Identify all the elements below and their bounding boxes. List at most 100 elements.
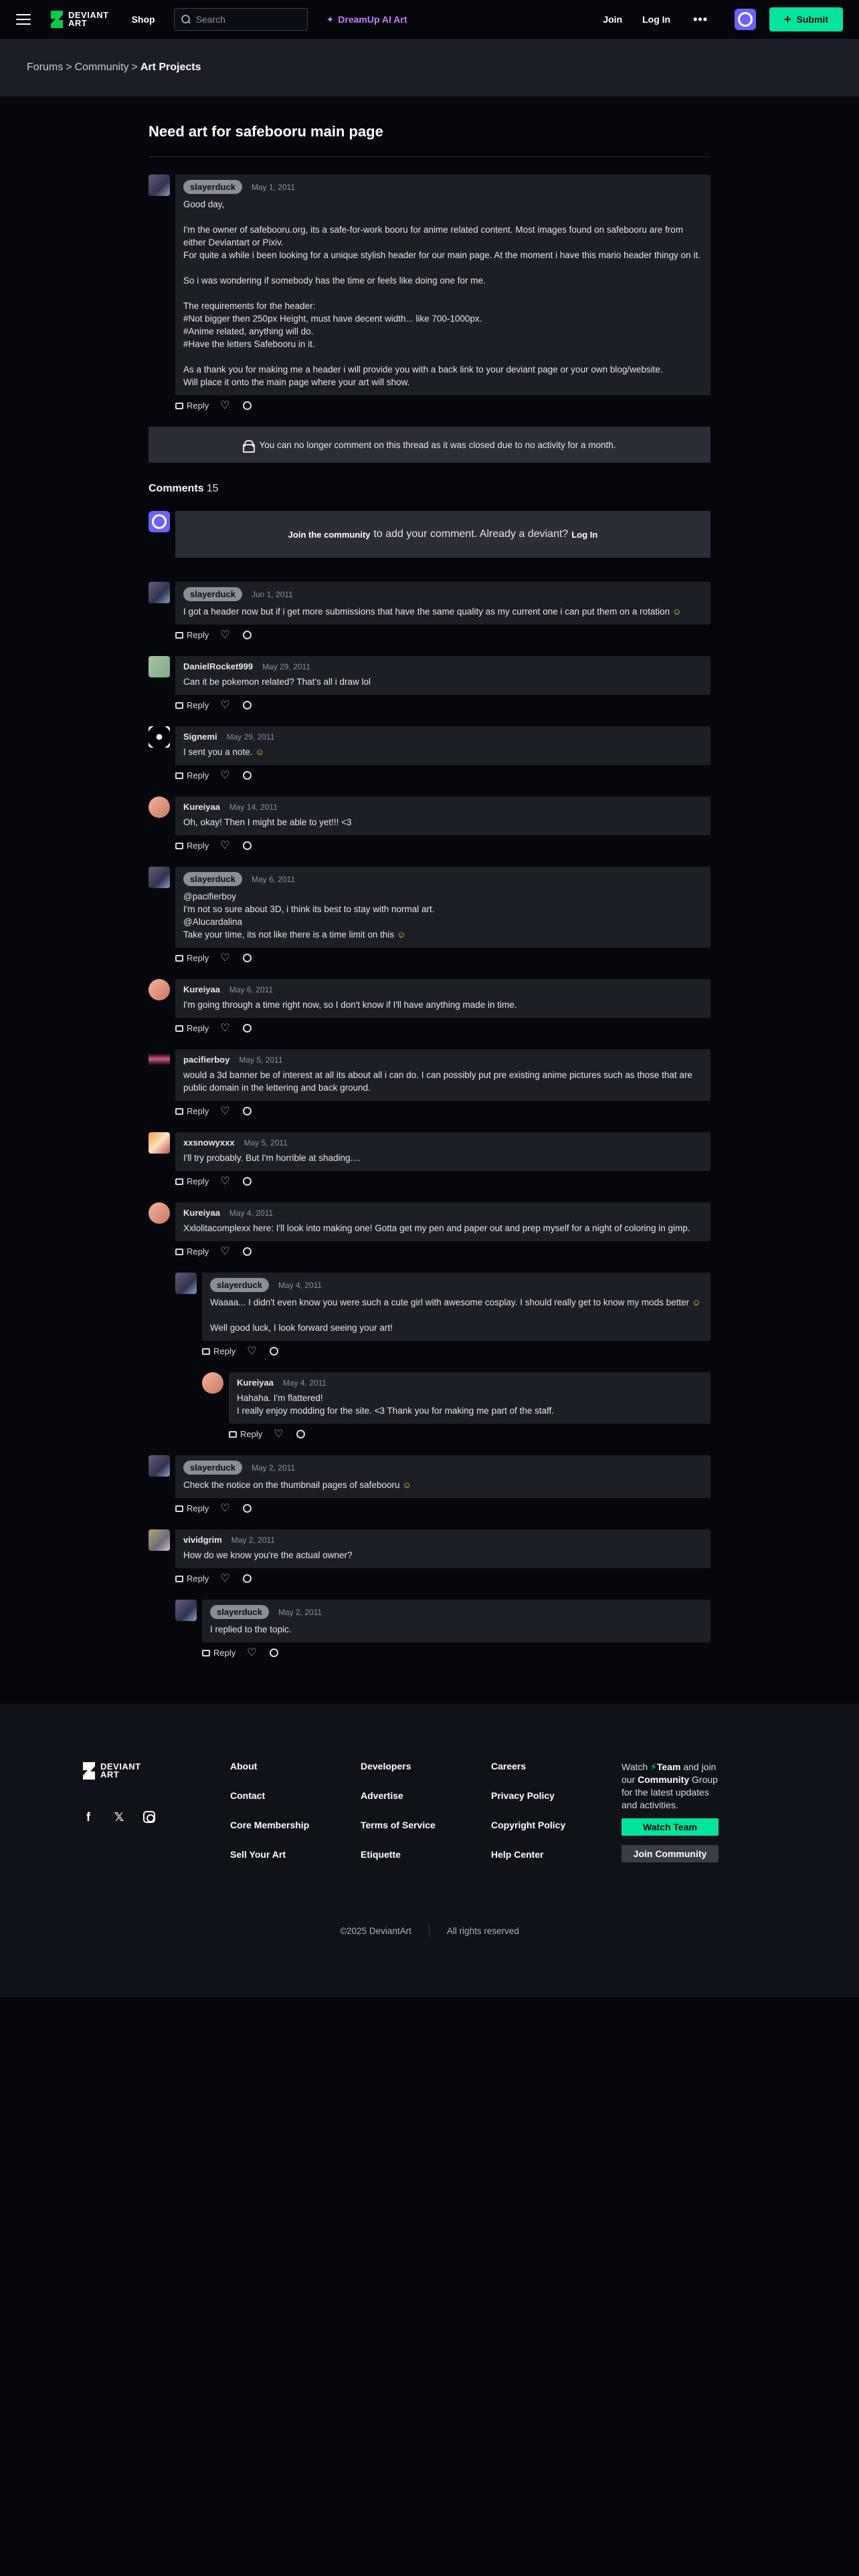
- award-icon[interactable]: [242, 701, 252, 710]
- heart-icon[interactable]: [220, 768, 230, 782]
- search-input[interactable]: [195, 14, 296, 25]
- award-icon[interactable]: [269, 1347, 279, 1356]
- reply-button[interactable]: Reply: [175, 953, 209, 963]
- instagram-icon[interactable]: [143, 1811, 155, 1823]
- heart-icon[interactable]: [220, 1501, 230, 1515]
- reply-button[interactable]: Reply: [175, 1574, 209, 1584]
- watch-team-button[interactable]: Watch Team: [622, 1818, 719, 1836]
- heart-icon[interactable]: [220, 628, 230, 641]
- award-icon[interactable]: [242, 841, 252, 850]
- login-link[interactable]: Log In: [642, 14, 670, 25]
- footer-link-terms[interactable]: Terms of Service: [361, 1820, 491, 1830]
- avatar[interactable]: [149, 656, 170, 677]
- username[interactable]: Kureiyaa: [183, 1208, 220, 1218]
- heart-icon[interactable]: [220, 951, 230, 964]
- username[interactable]: slayerduck: [210, 1278, 269, 1292]
- reply-button[interactable]: Reply: [175, 700, 209, 710]
- footer-link-core-membership[interactable]: Core Membership: [230, 1820, 361, 1830]
- heart-icon[interactable]: [247, 1646, 257, 1659]
- footer-logo[interactable]: DEVIANT ART: [82, 1761, 230, 1781]
- heart-icon[interactable]: [247, 1344, 257, 1358]
- facebook-icon[interactable]: f: [82, 1810, 95, 1824]
- award-icon[interactable]: [242, 1574, 252, 1583]
- reply-button[interactable]: Reply: [175, 1176, 209, 1186]
- reply-button[interactable]: Reply: [202, 1346, 235, 1356]
- reply-button[interactable]: Reply: [229, 1429, 262, 1439]
- avatar[interactable]: [149, 1202, 170, 1224]
- footer-link-advertise[interactable]: Advertise: [361, 1790, 491, 1801]
- award-icon[interactable]: [242, 401, 252, 410]
- award-icon[interactable]: [296, 1430, 306, 1438]
- award-icon[interactable]: [242, 1177, 252, 1186]
- avatar[interactable]: [202, 1372, 223, 1394]
- breadcrumb-community[interactable]: Community: [75, 62, 129, 74]
- deviantart-logo[interactable]: DEVIANT ART: [50, 9, 109, 29]
- footer-link-privacy[interactable]: Privacy Policy: [491, 1790, 622, 1801]
- username[interactable]: Kureiyaa: [183, 984, 220, 994]
- username[interactable]: slayerduck: [210, 1605, 269, 1619]
- heart-icon[interactable]: [220, 839, 230, 852]
- menu-icon[interactable]: [16, 14, 31, 25]
- username[interactable]: vividgrim: [183, 1535, 222, 1545]
- reply-button[interactable]: Reply: [175, 770, 209, 780]
- award-icon[interactable]: [242, 1107, 252, 1115]
- heart-icon[interactable]: [220, 399, 230, 412]
- join-community-link[interactable]: Join the community: [288, 530, 371, 540]
- footer-link-etiquette[interactable]: Etiquette: [361, 1849, 491, 1860]
- join-link[interactable]: Join: [603, 14, 622, 25]
- avatar[interactable]: [149, 1455, 170, 1477]
- footer-link-developers[interactable]: Developers: [361, 1761, 491, 1772]
- award-icon[interactable]: [242, 631, 252, 639]
- heart-icon[interactable]: [274, 1427, 284, 1440]
- heart-icon[interactable]: [220, 698, 230, 712]
- heart-icon[interactable]: [220, 1174, 230, 1188]
- breadcrumb-forums[interactable]: Forums: [27, 62, 63, 74]
- award-icon[interactable]: [242, 1504, 252, 1513]
- award-icon[interactable]: [242, 1024, 252, 1033]
- avatar[interactable]: [735, 9, 757, 30]
- reply-button[interactable]: Reply: [175, 1106, 209, 1116]
- footer-link-copyright-policy[interactable]: Copyright Policy: [491, 1820, 622, 1830]
- avatar[interactable]: [175, 1273, 197, 1294]
- username[interactable]: Kureiyaa: [237, 1378, 274, 1388]
- username[interactable]: Signemi: [183, 732, 217, 742]
- avatar[interactable]: [149, 796, 170, 818]
- award-icon[interactable]: [242, 954, 252, 962]
- username[interactable]: xxsnowyxxx: [183, 1138, 235, 1148]
- username[interactable]: slayerduck: [183, 1461, 242, 1475]
- search-box[interactable]: [173, 8, 308, 31]
- heart-icon[interactable]: [220, 1021, 230, 1035]
- shop-link[interactable]: Shop: [132, 14, 155, 25]
- dreamup-link[interactable]: ✦ DreamUp AI Art: [326, 14, 407, 25]
- avatar[interactable]: [149, 1529, 170, 1551]
- join-community-button[interactable]: Join Community: [622, 1845, 719, 1862]
- footer-link-careers[interactable]: Careers: [491, 1761, 622, 1772]
- award-icon[interactable]: [242, 1247, 252, 1256]
- heart-icon[interactable]: [220, 1572, 230, 1585]
- join-box-login-link[interactable]: Log In: [571, 530, 597, 540]
- username[interactable]: Kureiyaa: [183, 802, 220, 812]
- submit-button[interactable]: + Submit: [769, 7, 843, 31]
- heart-icon[interactable]: [220, 1245, 230, 1258]
- avatar[interactable]: [149, 1132, 170, 1154]
- breadcrumb-art-projects[interactable]: Art Projects: [140, 62, 201, 74]
- avatar[interactable]: [149, 867, 170, 888]
- award-icon[interactable]: [242, 771, 252, 780]
- heart-icon[interactable]: [220, 1104, 230, 1117]
- avatar[interactable]: [175, 1600, 197, 1621]
- footer-link-sell-your-art[interactable]: Sell Your Art: [230, 1849, 361, 1860]
- avatar[interactable]: [149, 582, 170, 603]
- username[interactable]: slayerduck: [183, 872, 242, 886]
- avatar[interactable]: [149, 1049, 170, 1071]
- username[interactable]: slayerduck: [183, 587, 242, 601]
- reply-button[interactable]: Reply: [175, 401, 209, 411]
- footer-link-about[interactable]: About: [230, 1761, 361, 1772]
- reply-button[interactable]: Reply: [202, 1648, 235, 1658]
- reply-button[interactable]: Reply: [175, 1503, 209, 1513]
- award-icon[interactable]: [269, 1648, 279, 1657]
- footer-link-contact[interactable]: Contact: [230, 1790, 361, 1801]
- avatar[interactable]: [149, 979, 170, 1000]
- username[interactable]: pacifierboy: [183, 1055, 229, 1065]
- x-icon[interactable]: 𝕏: [112, 1810, 126, 1824]
- reply-button[interactable]: Reply: [175, 841, 209, 851]
